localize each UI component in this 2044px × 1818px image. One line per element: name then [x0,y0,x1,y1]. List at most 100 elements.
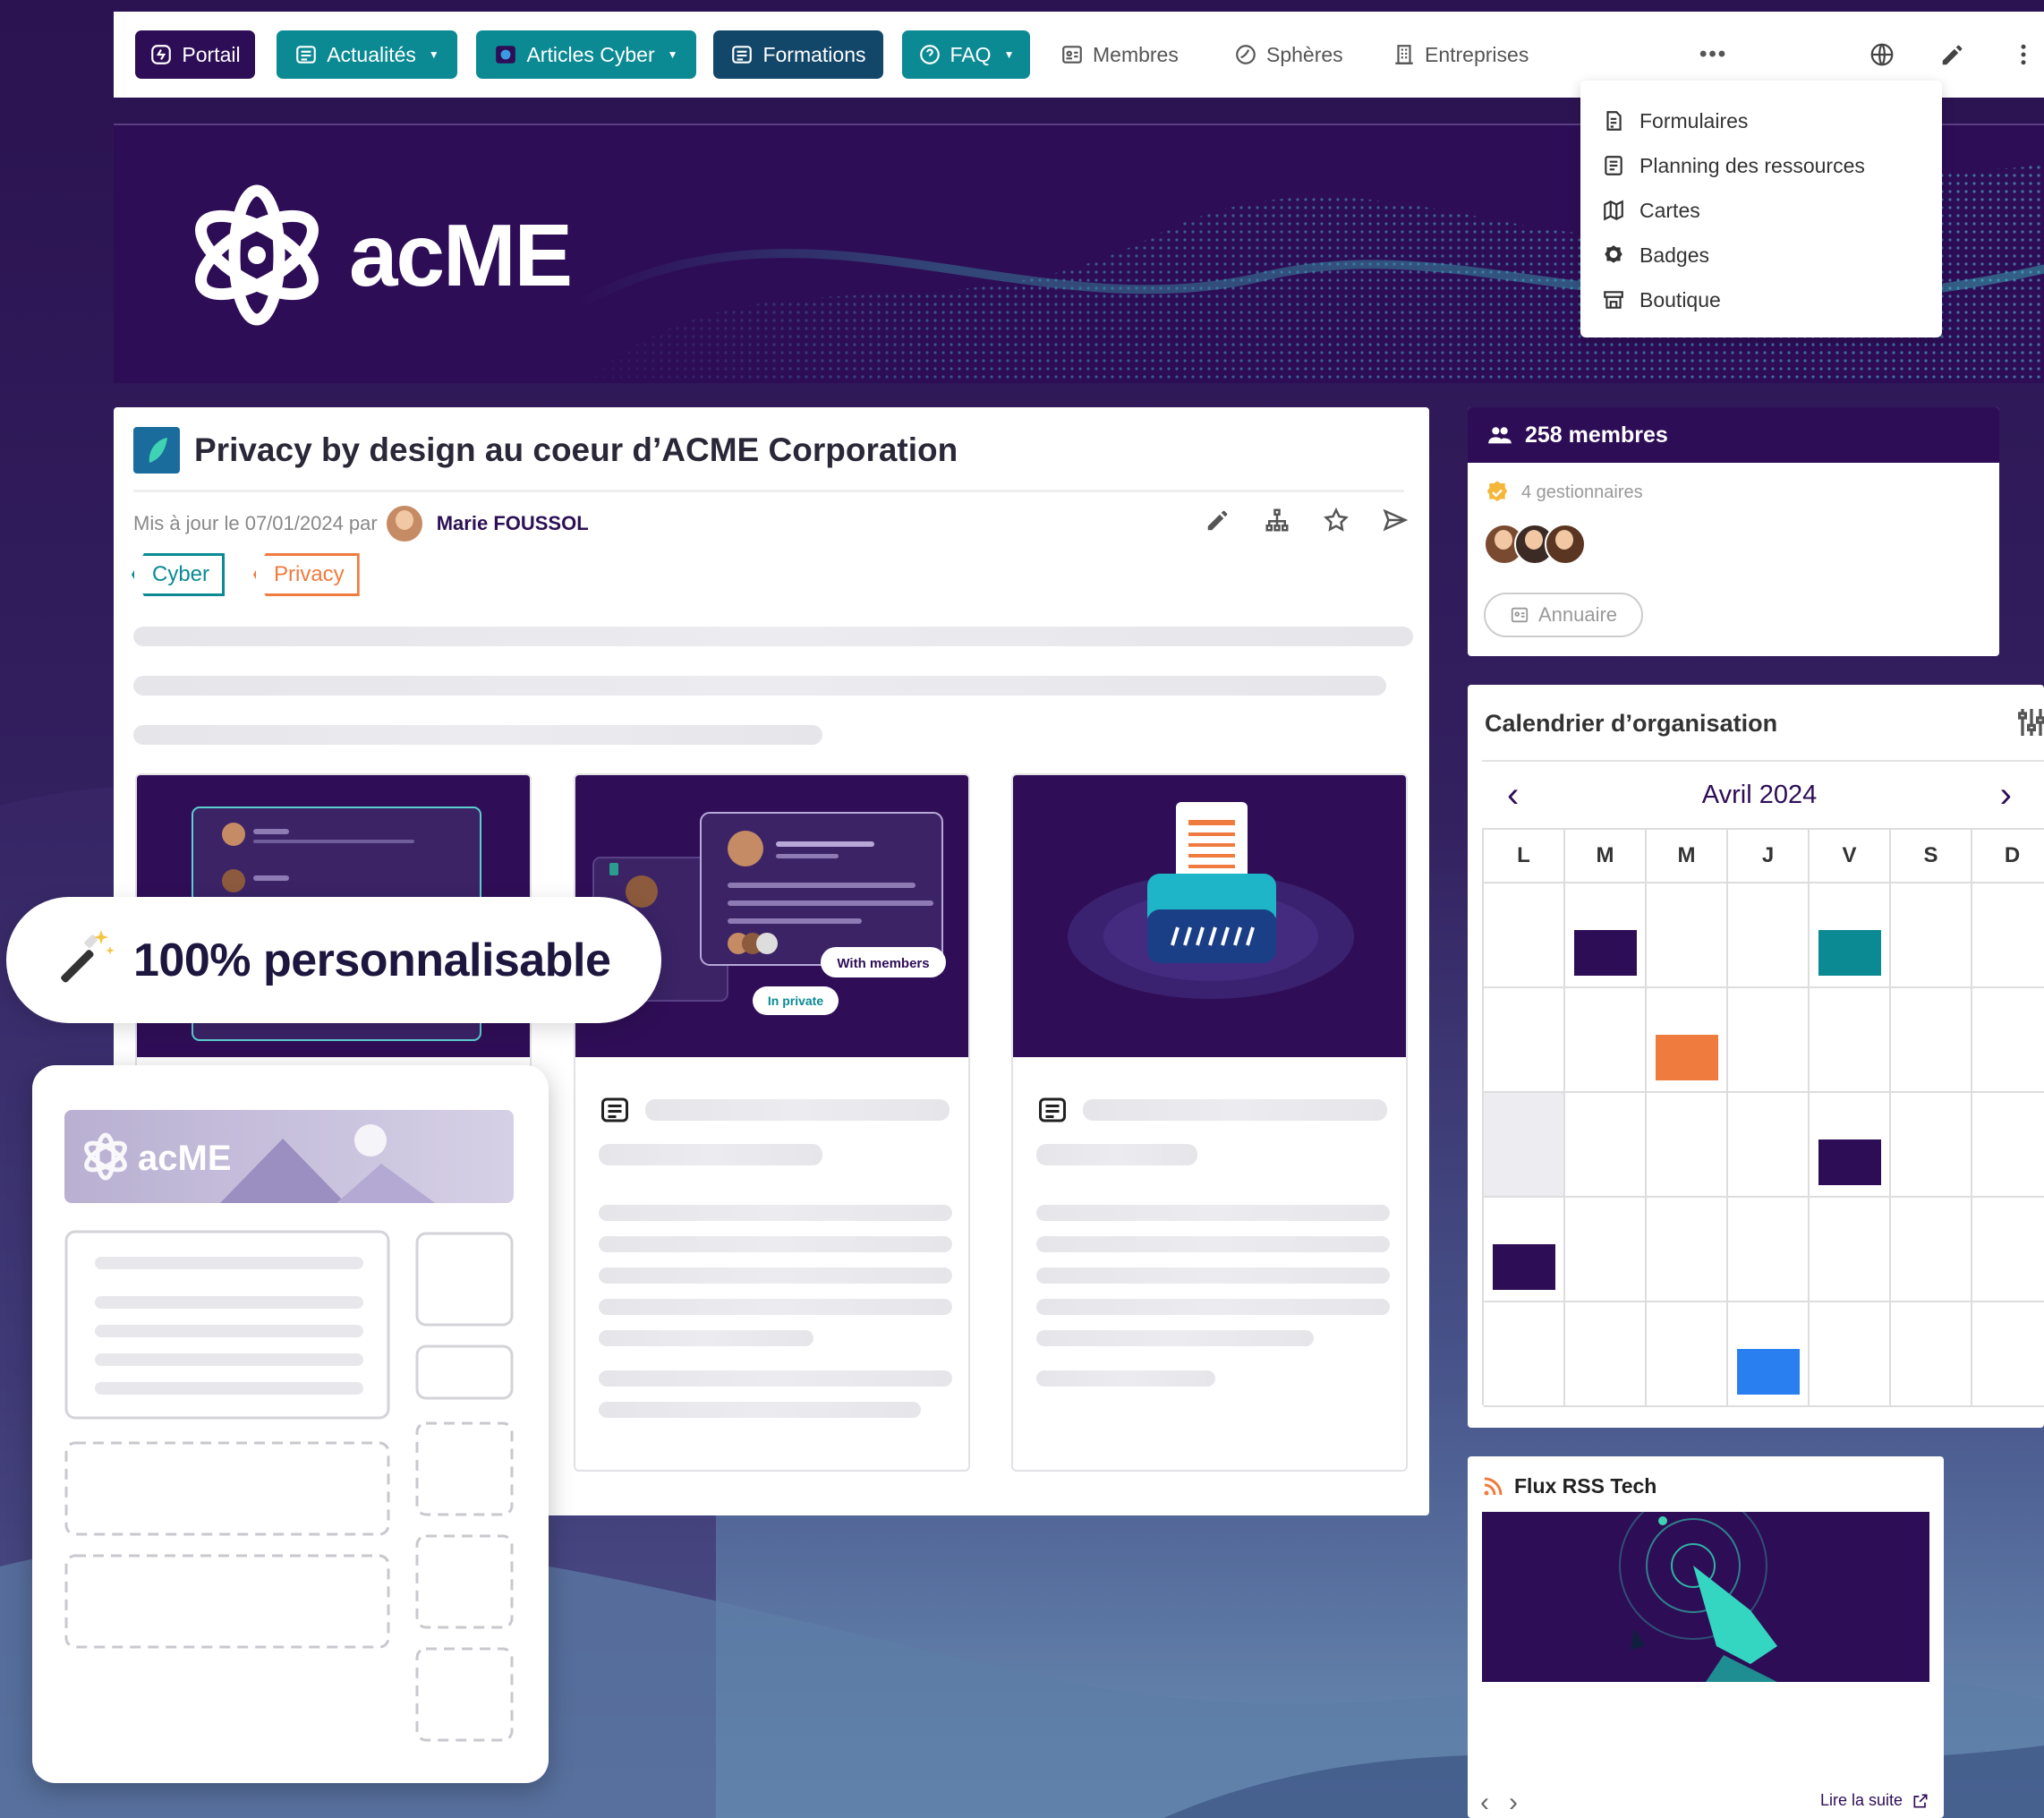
calendar-day-cell[interactable] [1565,1093,1647,1198]
calendar-day-cell[interactable] [1647,1093,1728,1198]
filter-sliders-icon[interactable] [2014,703,2044,742]
rss-header: Flux RSS Tech [1482,1474,1656,1498]
calendar-day-cell[interactable] [1810,988,1891,1093]
dropdown-item-label: Planning des ressources [1639,153,1865,177]
calendar-day-cell[interactable] [1891,883,1972,988]
calendar-day-cell[interactable] [1810,1302,1891,1407]
dropdown-item-planning[interactable]: Planning des ressources [1602,143,1942,188]
manager-avatars[interactable] [1484,524,1586,565]
text-placeholder [1036,1370,1215,1387]
calendar-day-cell[interactable] [1728,883,1810,988]
more-dropdown-menu: Formulaires Planning des ressources Cart… [1580,81,1942,337]
calendar-day-cell[interactable] [1891,1302,1972,1407]
text-placeholder [599,1330,813,1346]
calendar-day-cell[interactable] [1728,1093,1810,1198]
calendar-day-cell[interactable] [1972,988,2044,1093]
nav-spheres-link[interactable]: Sphères [1234,30,1343,79]
text-placeholder [1036,1267,1390,1284]
calendar-day-cell[interactable] [1728,1198,1810,1302]
weekday-header: V [1810,830,1891,883]
tag-cyber[interactable]: Cyber [132,553,226,596]
article-title: Privacy by design au coeur d’ACME Corpor… [194,431,958,468]
calendar-event[interactable] [1493,1244,1555,1290]
users-icon [1488,427,1512,444]
nav-formations-button[interactable]: Formations [713,30,883,79]
rss-title: Flux RSS Tech [1514,1474,1657,1498]
read-more-link[interactable]: Lire la suite [1820,1791,1929,1810]
nav-membres-link[interactable]: Membres [1060,30,1179,79]
calendar-day-cell[interactable] [1647,1302,1728,1407]
rss-pager: ‹ › [1480,1788,1518,1818]
magic-wand-icon [61,929,115,983]
text-placeholder [599,1299,952,1315]
avatar[interactable] [1545,524,1586,565]
calendar-day-cell[interactable] [1565,1302,1647,1407]
rss-next-button[interactable]: › [1509,1788,1518,1818]
calendar-day-cell[interactable] [1484,883,1565,988]
edit-pencil-icon[interactable] [1202,504,1234,536]
kebab-menu-icon[interactable] [2007,38,2040,71]
dropdown-item-cartes[interactable]: Cartes [1602,188,1942,233]
author-name[interactable]: Marie FOUSSOL [437,512,589,535]
rss-prev-button[interactable]: ‹ [1480,1788,1489,1818]
calendar-day-cell[interactable] [1728,988,1810,1093]
feature-card-3[interactable] [1011,773,1408,1472]
calendar-day-cell[interactable] [1972,883,2044,988]
text-placeholder [133,676,1386,696]
calendar-event[interactable] [1818,1139,1881,1185]
calendar-event[interactable] [1818,930,1881,976]
calendar-event[interactable] [1656,1035,1718,1080]
calendar-day-cell[interactable] [1647,1198,1728,1302]
calendar-day-cell[interactable] [1565,1198,1647,1302]
nav-entreprises-link[interactable]: Entreprises [1392,30,1529,79]
text-placeholder [1036,1299,1390,1315]
globe-icon[interactable] [1866,38,1898,71]
dropdown-item-formulaires[interactable]: Formulaires [1602,98,1942,143]
nav-faq-label: FAQ [950,42,992,66]
calendar-day-cell[interactable] [1891,988,1972,1093]
tag-privacy[interactable]: Privacy [253,553,360,596]
directory-button[interactable]: Annuaire [1484,593,1643,637]
nav-articles-cyber-button[interactable]: Articles Cyber ▼ [476,30,696,79]
nav-actualites-label: Actualités [327,42,416,66]
calendar-day-cell[interactable] [1484,1093,1565,1198]
feature-card-2[interactable]: With members In private [574,773,970,1472]
calendar-event[interactable] [1574,930,1637,976]
prev-month-button[interactable]: ‹ [1507,775,1519,815]
calendar-title: Calendrier d’organisation [1485,710,1778,737]
article-actions [1202,504,1411,536]
calendar-day-cell[interactable] [1484,1302,1565,1407]
building-icon [1395,45,1413,64]
badge-icon [1605,245,1622,263]
weekday-header: M [1565,830,1647,883]
calendar-day-cell[interactable] [1891,1198,1972,1302]
calendar-day-cell[interactable] [1891,1093,1972,1198]
calendar-day-cell[interactable] [1972,1093,2044,1198]
weekday-header: D [1972,830,2044,883]
calendar-day-cell[interactable] [1565,988,1647,1093]
calendar-day-cell[interactable] [1810,1198,1891,1302]
calendar-day-cell[interactable] [1972,1198,2044,1302]
rss-article-image[interactable] [1482,1512,1929,1682]
sphere-icon [1236,45,1256,64]
calendar-day-cell[interactable] [1647,883,1728,988]
more-menu-button[interactable]: ••• [1699,30,1727,79]
text-placeholder [645,1099,950,1121]
atom-logo-icon [195,184,319,326]
dropdown-item-boutique[interactable]: Boutique [1602,277,1942,322]
calendar-event[interactable] [1737,1349,1800,1395]
nav-formations-label: Formations [762,42,866,66]
dropdown-item-badges[interactable]: Badges [1602,233,1942,277]
nav-portail-button[interactable]: Portail [135,30,255,79]
next-month-button[interactable]: › [2000,775,2012,815]
star-icon[interactable] [1320,504,1352,536]
acme-logo: acME [190,179,573,331]
hierarchy-icon[interactable] [1261,504,1293,536]
author-avatar[interactable] [384,504,424,543]
send-icon[interactable] [1379,504,1411,536]
calendar-day-cell[interactable] [1484,988,1565,1093]
nav-faq-button[interactable]: FAQ ▼ [902,30,1030,79]
nav-actualites-button[interactable]: Actualités ▼ [277,30,457,79]
calendar-day-cell[interactable] [1972,1302,2044,1407]
pencil-icon[interactable] [1937,38,1969,71]
